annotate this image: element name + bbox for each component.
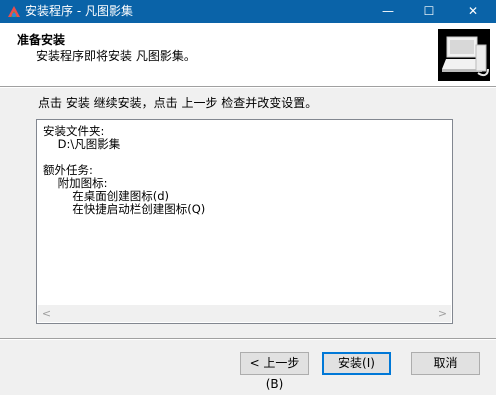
app-logo-icon	[8, 6, 20, 17]
page-title: 准备安装	[17, 33, 66, 47]
memo-line: 在快捷启动栏创建图标(Q)	[43, 202, 206, 216]
installer-computer-icon	[438, 29, 490, 81]
page-subtitle: 安装程序即将安装 凡图影集。	[36, 49, 196, 63]
window-title: 安装程序 - 凡图影集	[25, 4, 133, 18]
ready-memo-box[interactable]: 安装文件夹: D:\凡图影集 额外任务: 附加图标: 在桌面创建图标(d) 在快…	[36, 119, 453, 324]
back-button[interactable]: < 上一步(B)	[240, 352, 309, 391]
scroll-left-icon[interactable]: <	[38, 305, 55, 322]
ready-memo-text: 安装文件夹: D:\凡图影集 额外任务: 附加图标: 在桌面创建图标(d) 在快…	[43, 125, 205, 216]
header-separator	[0, 86, 496, 88]
minimize-button[interactable]: —	[368, 0, 408, 23]
close-button[interactable]: ✕	[450, 0, 496, 23]
maximize-button[interactable]: ☐	[409, 0, 449, 23]
horizontal-scrollbar[interactable]: < >	[38, 305, 451, 322]
wizard-header: 准备安装 安装程序即将安装 凡图影集。	[0, 23, 496, 86]
title-bar[interactable]: 安装程序 - 凡图影集 — ☐ ✕	[0, 0, 496, 23]
instruction-text: 点击 安装 继续安装，点击 上一步 检查并改变设置。	[38, 96, 318, 110]
install-button[interactable]: 安装(I)	[322, 352, 391, 375]
footer-separator	[0, 338, 496, 340]
scroll-right-icon[interactable]: >	[434, 305, 451, 322]
cancel-button[interactable]: 取消	[411, 352, 480, 375]
memo-line: D:\凡图影集	[43, 137, 121, 151]
